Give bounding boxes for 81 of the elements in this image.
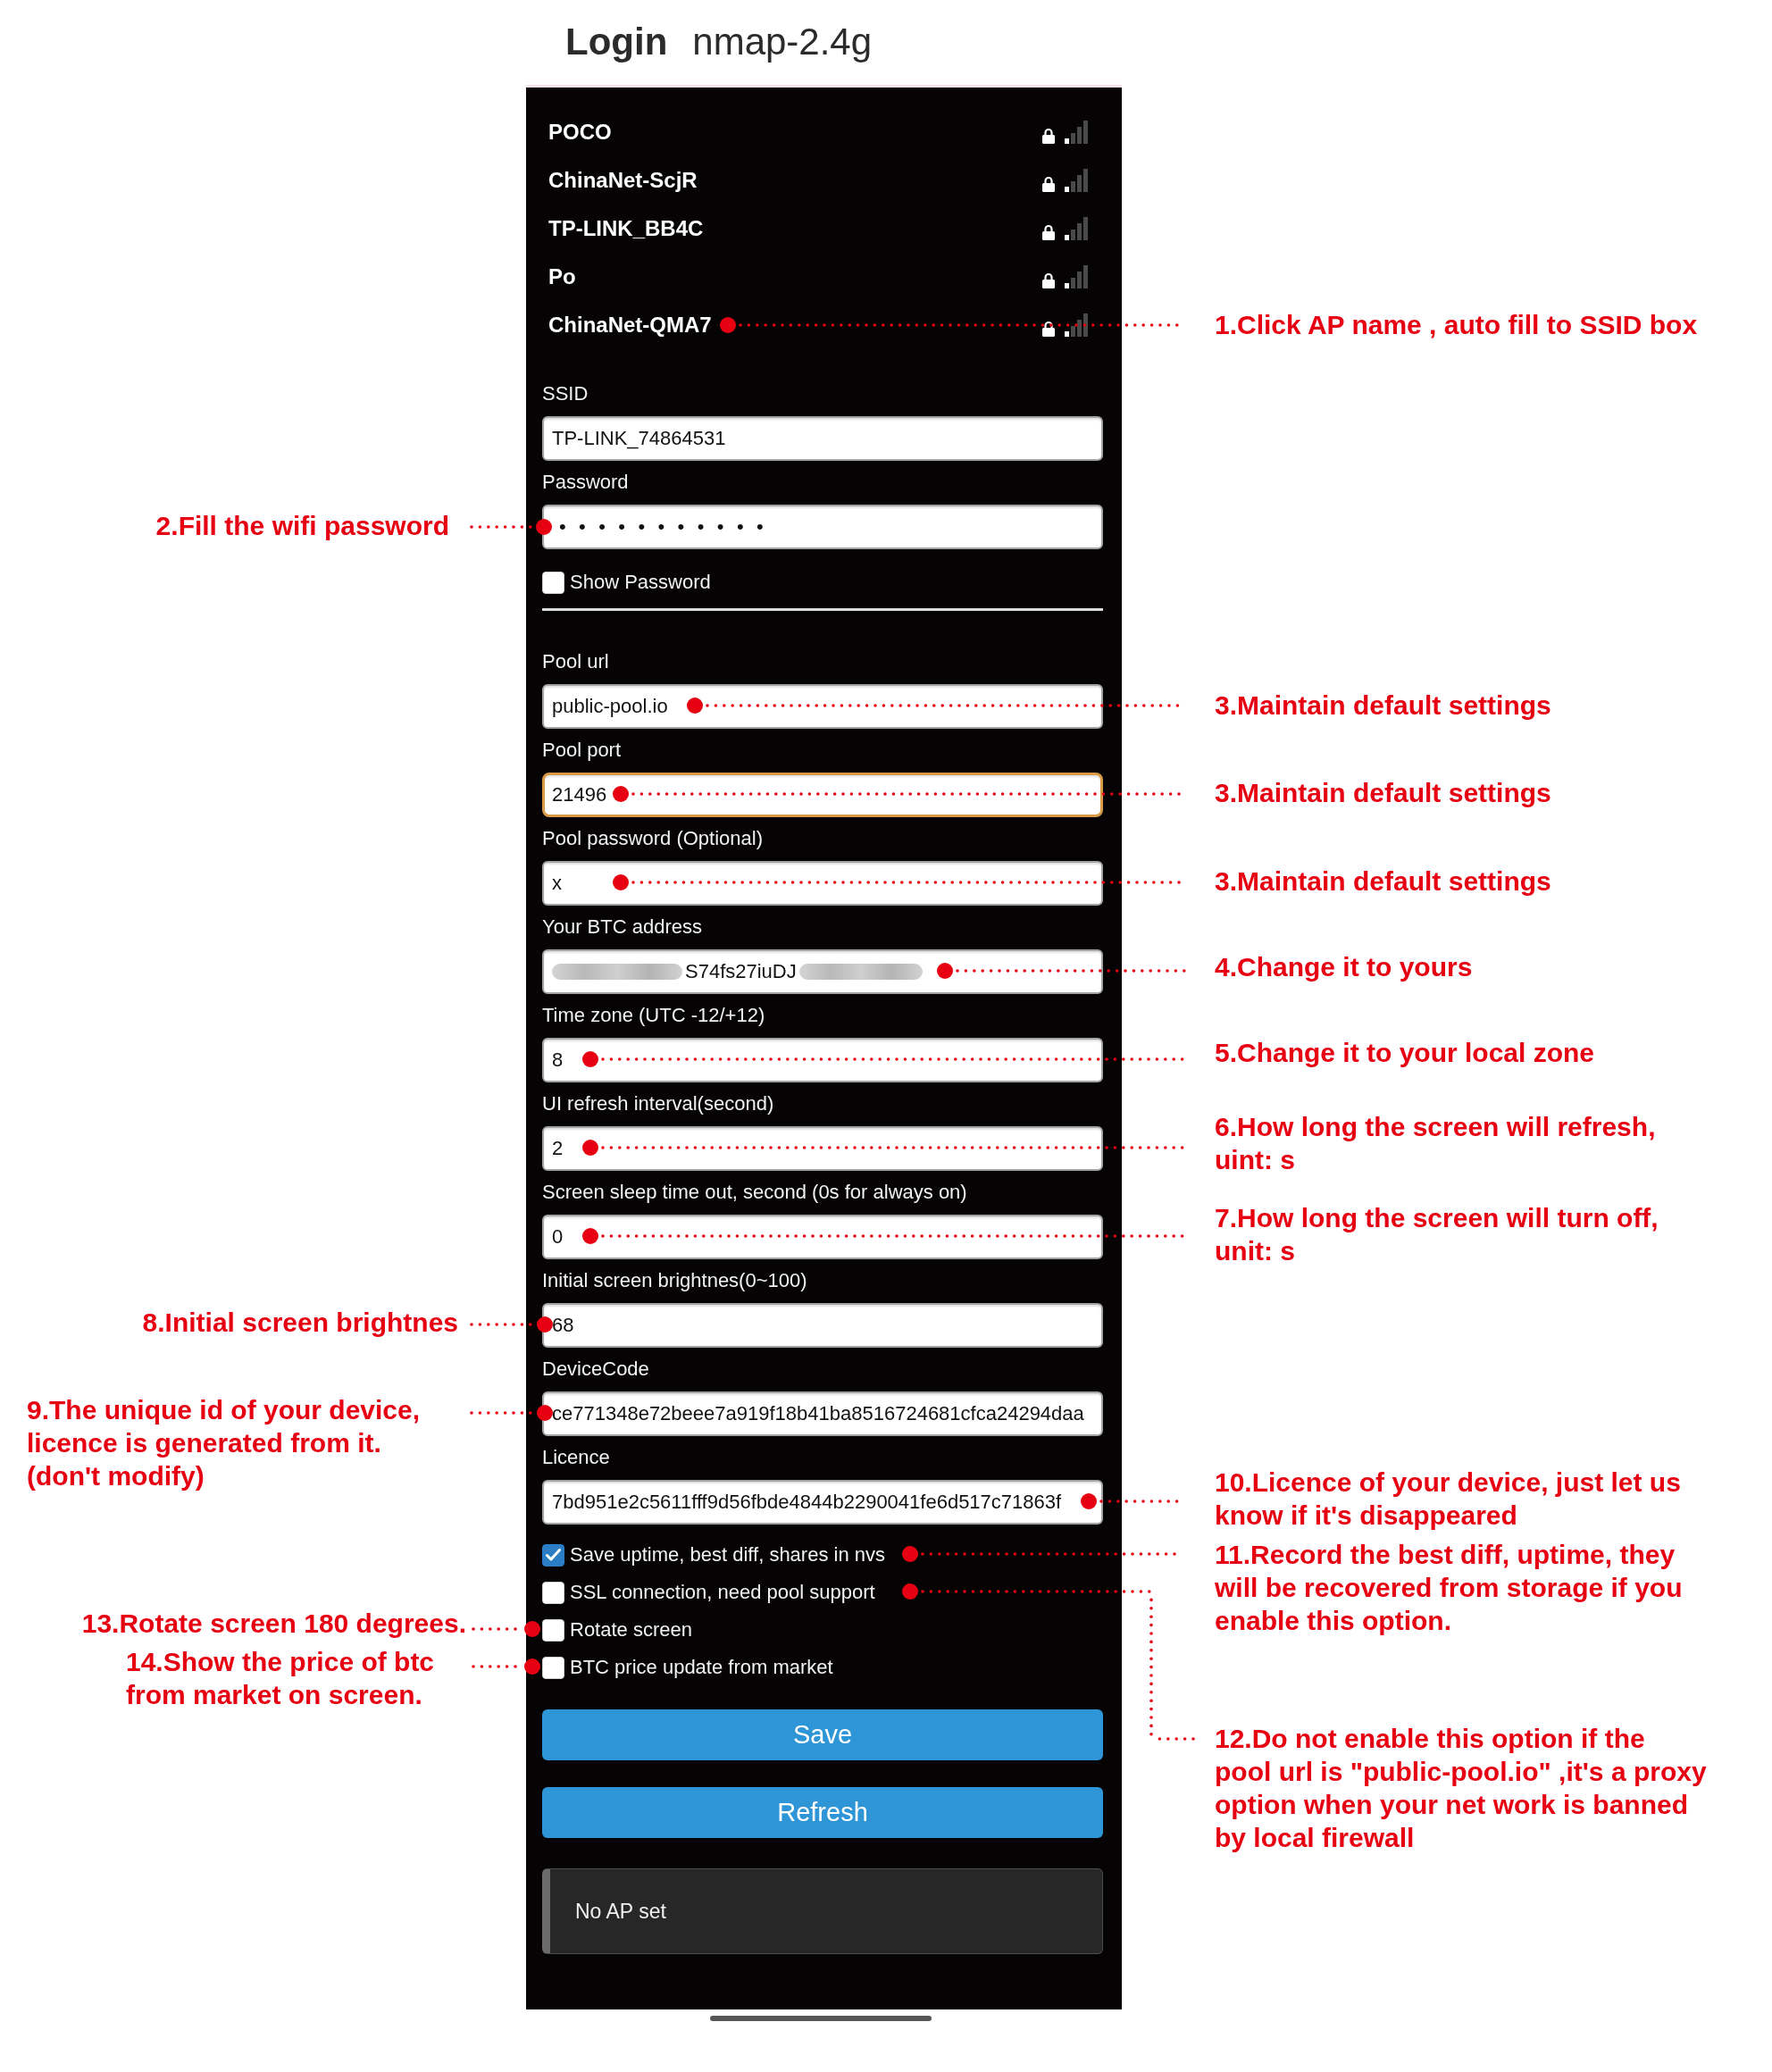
annotation-text: 3.Maintain default settings bbox=[1215, 689, 1551, 722]
checkbox-label[interactable]: BTC price update from market bbox=[570, 1656, 833, 1679]
leader-line bbox=[470, 525, 532, 529]
field-label: UI refresh interval(second) bbox=[542, 1092, 774, 1115]
callout-dot-icon bbox=[582, 1051, 598, 1067]
signal-bars-icon bbox=[1065, 169, 1088, 192]
field-label: Licence bbox=[542, 1446, 610, 1469]
checkbox[interactable] bbox=[542, 1543, 564, 1567]
annotation-text: 2.Fill the wifi password bbox=[155, 510, 449, 542]
checkbox-label[interactable]: Save uptime, best diff, shares in nvs bbox=[570, 1543, 885, 1567]
leader-line bbox=[470, 1411, 532, 1415]
status-message: No AP set bbox=[542, 1868, 1103, 1954]
callout-dot-icon bbox=[720, 317, 736, 333]
input-field[interactable]: ce771348e72beee7a919f18b41ba8516724681cfca24294daa bbox=[542, 1391, 1103, 1436]
annotation-text: 9.The unique id of your device, licence is generated from it. (don't modify) bbox=[27, 1394, 421, 1492]
signal-bars-icon bbox=[1065, 121, 1088, 144]
check-icon bbox=[546, 1549, 561, 1561]
input-field[interactable]: S74fs27iuDJ bbox=[542, 949, 1103, 994]
annotation-text: 6.How long the screen will refresh, uint: s bbox=[1215, 1111, 1656, 1176]
field-label: Pool password (Optional) bbox=[542, 827, 763, 850]
leader-line bbox=[472, 1627, 517, 1631]
network-name[interactable]: ChinaNet-QMA7 bbox=[548, 313, 712, 338]
network-name[interactable]: POCO bbox=[548, 120, 612, 145]
annotation-text: 13.Rotate screen 180 degrees. bbox=[81, 1608, 466, 1640]
callout-dot-icon bbox=[582, 1228, 598, 1244]
input-field[interactable]: 21496 bbox=[542, 773, 1103, 817]
callout-dot-icon bbox=[537, 1405, 553, 1421]
input-field[interactable]: 2 bbox=[542, 1126, 1103, 1171]
callout-dot-icon bbox=[902, 1583, 918, 1600]
checkbox-label[interactable]: SSL connection, need pool support bbox=[570, 1581, 875, 1604]
callout-dot-icon bbox=[524, 1658, 540, 1675]
annotation-text: 4.Change it to yours bbox=[1215, 951, 1473, 983]
callout-dot-icon bbox=[1081, 1493, 1097, 1509]
ssid-title: nmap-2.4g bbox=[692, 21, 873, 63]
callout-dot-icon bbox=[687, 698, 703, 714]
callout-dot-icon bbox=[902, 1546, 918, 1562]
input-field[interactable]: x bbox=[542, 861, 1103, 906]
password-field[interactable]: ••••••••••• bbox=[542, 505, 1103, 549]
field-label: Time zone (UTC -12/+12) bbox=[542, 1004, 765, 1027]
annotation-text: 10.Licence of your device, just let us know if it's disappeared bbox=[1215, 1466, 1681, 1532]
field-label: SSID bbox=[542, 382, 589, 405]
network-name[interactable]: TP-LINK_BB4C bbox=[548, 216, 704, 241]
input-field[interactable]: 0 bbox=[542, 1215, 1103, 1259]
annotation-text: 8.Initial screen brightnes bbox=[142, 1307, 458, 1339]
field-label: Password bbox=[542, 471, 629, 494]
network-name[interactable]: ChinaNet-ScjR bbox=[548, 168, 698, 193]
callout-dot-icon bbox=[937, 963, 953, 979]
callout-dot-icon bbox=[613, 786, 629, 802]
field-label: Initial screen brightnes(0~100) bbox=[542, 1269, 807, 1292]
callout-dot-icon bbox=[536, 519, 552, 535]
field-label: Screen sleep time out, second (0s for always on) bbox=[542, 1181, 967, 1204]
signal-bars-icon bbox=[1065, 313, 1088, 337]
field-label: Your BTC address bbox=[542, 915, 702, 939]
callout-dot-icon bbox=[524, 1621, 540, 1637]
page-title: Login bbox=[565, 21, 668, 63]
network-name[interactable]: Po bbox=[548, 264, 576, 289]
input-field[interactable]: public-pool.io bbox=[542, 684, 1103, 729]
leader-line bbox=[470, 1323, 532, 1326]
field-label: Pool url bbox=[542, 650, 609, 673]
annotation-text: 5.Change it to your local zone bbox=[1215, 1037, 1595, 1069]
annotation-text: 3.Maintain default settings bbox=[1215, 865, 1551, 898]
callout-dot-icon bbox=[582, 1140, 598, 1156]
callout-dot-icon bbox=[537, 1316, 553, 1333]
callout-dot-icon bbox=[613, 874, 629, 890]
input-field[interactable]: 8 bbox=[542, 1038, 1103, 1082]
annotation-text: 3.Maintain default settings bbox=[1215, 777, 1551, 809]
annotation-text: 11.Record the best diff, uptime, they will be recovered from storage if you enable this option. bbox=[1215, 1539, 1683, 1637]
input-field[interactable]: 7bd951e2c5611fff9d56fbde4844b2290041fe6d517c71863f bbox=[542, 1480, 1103, 1525]
input-field[interactable]: 68 bbox=[542, 1303, 1103, 1348]
annotation-text: 1.Click AP name , auto fill to SSID box bbox=[1215, 309, 1698, 341]
annotation-text: 12.Do not enable this option if the pool url is "public-pool.io" ,it's a proxy option when your net work is banned by local firewall bbox=[1215, 1723, 1707, 1854]
field-label: Pool port bbox=[542, 739, 622, 762]
annotation-text: 7.How long the screen will turn off, unit: s bbox=[1215, 1202, 1659, 1267]
annotation-text: 14.Show the price of btc from market on screen. bbox=[126, 1646, 435, 1711]
signal-bars-icon bbox=[1065, 217, 1088, 240]
leader-line bbox=[472, 1665, 517, 1668]
field-label: DeviceCode bbox=[542, 1358, 649, 1381]
checkbox-label[interactable]: Show Password bbox=[570, 571, 711, 594]
signal-bars-icon bbox=[1065, 265, 1088, 288]
input-field[interactable]: TP-LINK_74864531 bbox=[542, 416, 1103, 461]
checkbox-label[interactable]: Rotate screen bbox=[570, 1618, 692, 1642]
